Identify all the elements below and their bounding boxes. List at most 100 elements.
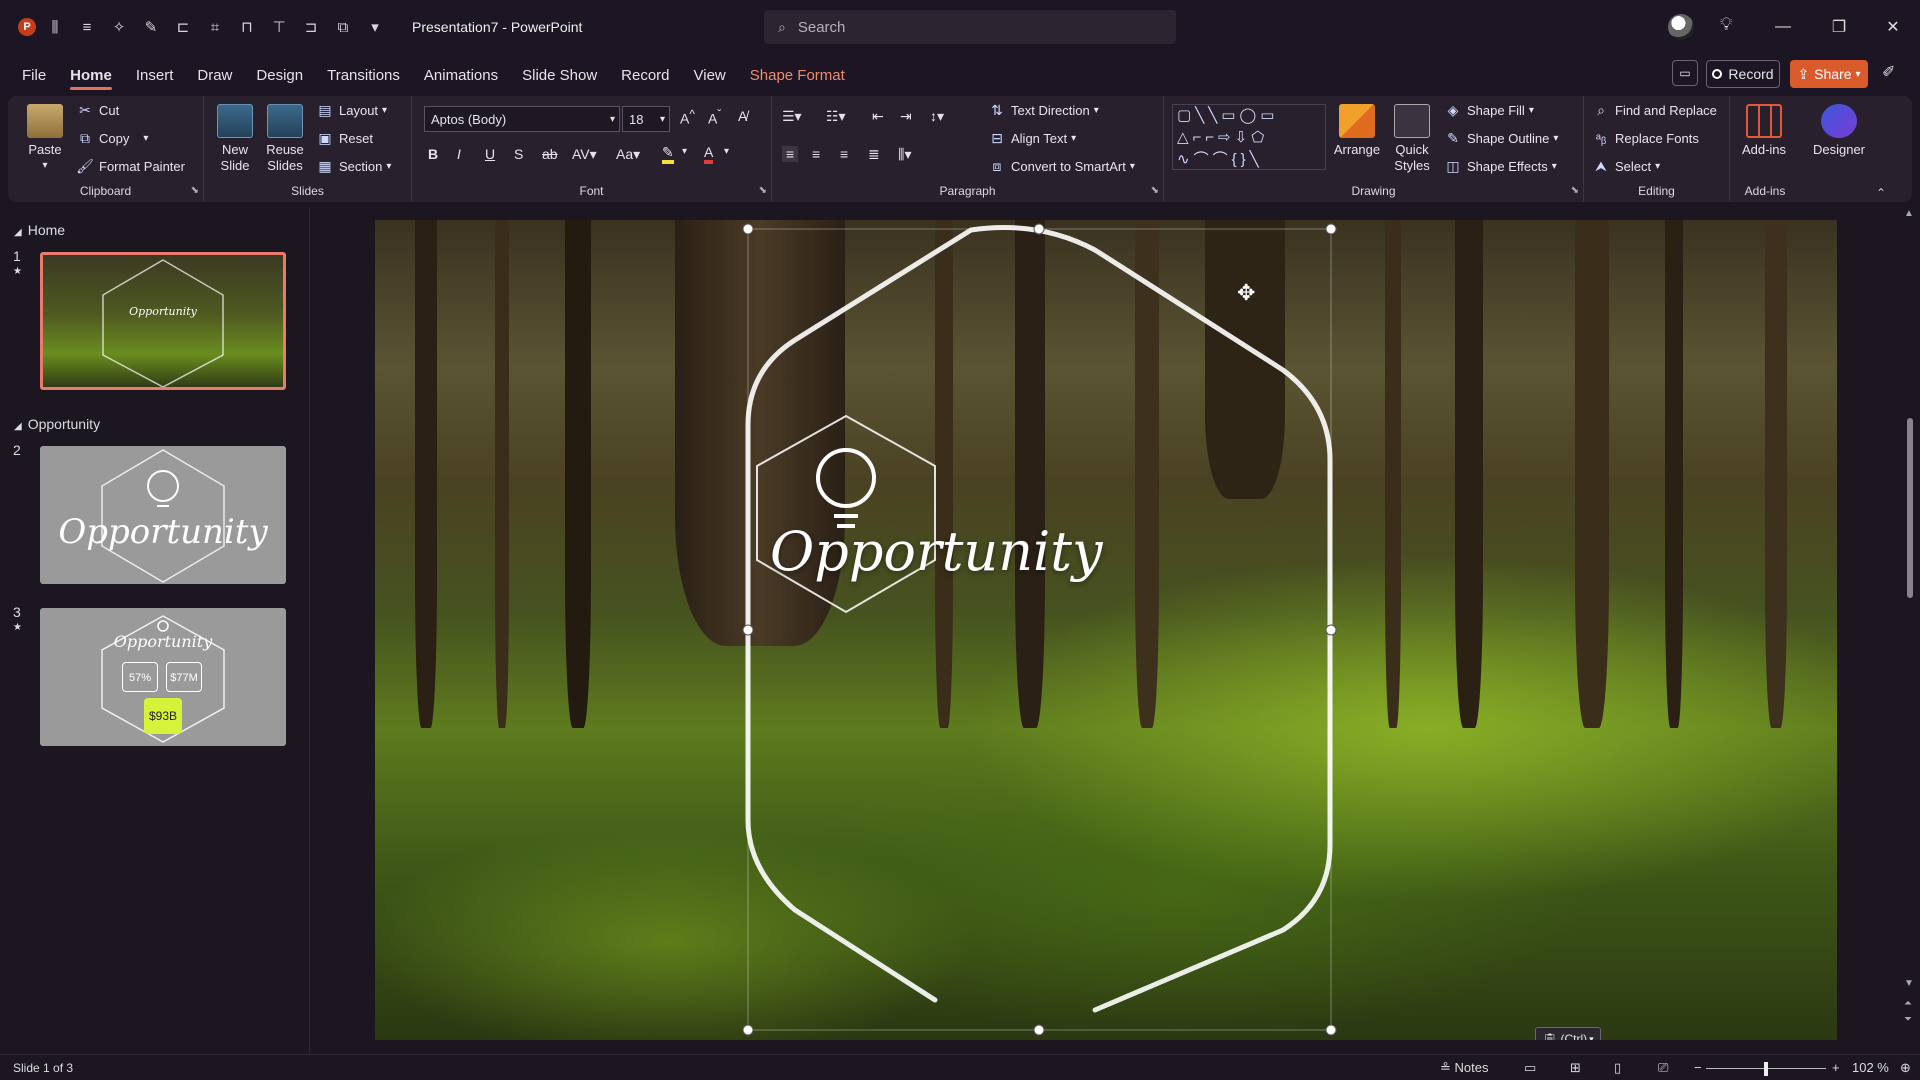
qat-align-right-icon[interactable]: ⊐: [298, 14, 324, 40]
convert-smartart-button[interactable]: ⧈ Convert to SmartArt ▾: [988, 158, 1135, 175]
qat-group-icon[interactable]: ⧉: [330, 14, 356, 40]
qat-crop-icon[interactable]: ⌗: [202, 14, 228, 40]
slide-thumbnail-3[interactable]: Opportunity 57% $77M $93B: [40, 608, 286, 746]
scroll-down-icon[interactable]: ▼: [1904, 978, 1914, 989]
normal-view-icon[interactable]: ▭: [1524, 1060, 1536, 1076]
paste-button[interactable]: Paste ▾: [22, 104, 68, 174]
strikethrough-icon[interactable]: ab: [542, 146, 558, 162]
chevron-down-icon[interactable]: ▾: [724, 146, 729, 157]
qat-align-left-icon[interactable]: ⊏: [170, 14, 196, 40]
zoom-in-icon[interactable]: +: [1832, 1060, 1840, 1075]
layout-button[interactable]: ▤ Layout ▾: [316, 102, 387, 119]
selected-hexagon-shape[interactable]: [375, 220, 1837, 1040]
qat-align-icon[interactable]: ⫼: [42, 14, 68, 40]
tab-home[interactable]: Home: [70, 59, 112, 92]
scroll-up-icon[interactable]: ▲: [1904, 208, 1914, 219]
previous-slide-icon[interactable]: ⏶: [1904, 998, 1912, 1009]
dialog-launcher-icon[interactable]: ⬊: [1151, 185, 1159, 196]
minimize-icon[interactable]: —: [1768, 12, 1798, 42]
columns-icon[interactable]: ⫼▾: [898, 146, 911, 163]
dialog-launcher-icon[interactable]: ⬊: [759, 185, 767, 196]
font-color-icon[interactable]: A: [704, 144, 714, 164]
align-center-icon[interactable]: ≡: [812, 146, 820, 162]
character-spacing-icon[interactable]: AV▾: [572, 146, 597, 163]
notes-button[interactable]: ≗ Notes: [1440, 1060, 1488, 1076]
slide-title[interactable]: Opportunity: [770, 520, 1102, 583]
tab-shape-format[interactable]: Shape Format: [750, 59, 845, 92]
find-replace-button[interactable]: ⌕ Find and Replace: [1592, 102, 1717, 119]
slide-thumbnail-1[interactable]: Opportunity: [40, 252, 286, 390]
zoom-level[interactable]: 102 %: [1852, 1060, 1889, 1075]
share-button[interactable]: ⇪ Share ▾: [1790, 60, 1868, 88]
qat-shape-icon[interactable]: ✧: [106, 14, 132, 40]
copy-button[interactable]: ⧉ Copy ▾: [76, 130, 148, 147]
bold-icon[interactable]: B: [428, 146, 438, 162]
highlight-icon[interactable]: ✎: [662, 144, 674, 164]
tab-file[interactable]: File: [22, 59, 46, 92]
increase-indent-icon[interactable]: ⇥: [900, 108, 912, 125]
shape-fill-button[interactable]: ◈ Shape Fill ▾: [1444, 102, 1534, 119]
cut-button[interactable]: ✂ Cut: [76, 102, 119, 119]
tab-transitions[interactable]: Transitions: [327, 59, 400, 92]
qat-align-top-icon[interactable]: ⊓: [234, 14, 260, 40]
dialog-launcher-icon[interactable]: ⬊: [1571, 185, 1579, 196]
bullets-icon[interactable]: ☰▾: [782, 108, 802, 125]
shadow-icon[interactable]: S: [514, 146, 523, 162]
shapes-gallery[interactable]: ▢╲╲▭◯▭ △⌐⌐⇨⇩⬠ ∿⌒⌒{}╲: [1172, 104, 1326, 170]
font-name-dropdown[interactable]: Aptos (Body) ▾: [424, 106, 620, 132]
vertical-scrollbar[interactable]: ▲ ▼ ⏶ ⏷: [1900, 208, 1920, 1054]
select-button[interactable]: ⮝ Select ▾: [1592, 158, 1660, 175]
replace-fonts-button[interactable]: ᵃᵦ Replace Fonts: [1592, 130, 1699, 146]
justify-icon[interactable]: ≣: [868, 146, 880, 163]
reuse-slides-button[interactable]: Reuse Slides: [262, 104, 308, 174]
tab-animations[interactable]: Animations: [424, 59, 498, 92]
format-painter-button[interactable]: 🖌︎ Format Painter: [76, 158, 185, 175]
scrollbar-thumb[interactable]: [1907, 418, 1913, 598]
numbering-icon[interactable]: ☷▾: [826, 108, 846, 125]
qat-customize-icon[interactable]: ▾: [362, 14, 388, 40]
restore-icon[interactable]: ❐: [1824, 12, 1854, 42]
reading-view-icon[interactable]: ▯: [1614, 1060, 1621, 1076]
tab-draw[interactable]: Draw: [197, 59, 232, 92]
qat-pen-icon[interactable]: ✎: [138, 14, 164, 40]
tab-insert[interactable]: Insert: [136, 59, 174, 92]
clear-formatting-icon[interactable]: A̸: [738, 108, 747, 124]
slide-canvas[interactable]: Opportunity ✥ 📋︎ (Ctrl) ▾: [375, 220, 1837, 1040]
line-spacing-icon[interactable]: ↕▾: [930, 108, 944, 125]
dialog-launcher-icon[interactable]: ⬊: [191, 185, 199, 196]
tab-design[interactable]: Design: [256, 59, 303, 92]
tab-slide-show[interactable]: Slide Show: [522, 59, 597, 92]
increase-font-icon[interactable]: A^: [680, 108, 695, 127]
change-case-icon[interactable]: Aa▾: [616, 146, 640, 163]
slide-thumbnail-2[interactable]: Opportunity: [40, 446, 286, 584]
chevron-down-icon[interactable]: ▾: [682, 146, 687, 157]
fit-slide-icon[interactable]: ⊕: [1900, 1060, 1911, 1076]
decrease-font-icon[interactable]: Aˇ: [708, 108, 721, 127]
section-opportunity[interactable]: ◢ Opportunity: [14, 416, 100, 432]
qat-distribute-icon[interactable]: ≡: [74, 14, 100, 40]
next-slide-icon[interactable]: ⏷: [1904, 1014, 1912, 1025]
paste-options-button[interactable]: 📋︎ (Ctrl) ▾: [1535, 1027, 1601, 1040]
designer-button[interactable]: Designer: [1804, 104, 1874, 158]
slideshow-icon[interactable]: ⎚: [1658, 1060, 1668, 1076]
align-right-icon[interactable]: ≡: [840, 146, 848, 162]
zoom-slider-thumb[interactable]: [1764, 1062, 1768, 1076]
arrange-button[interactable]: Arrange: [1332, 104, 1382, 158]
shape-effects-button[interactable]: ◫ Shape Effects ▾: [1444, 158, 1556, 175]
section-button[interactable]: ▦ Section ▾: [316, 158, 391, 175]
font-size-dropdown[interactable]: 18 ▾: [622, 106, 670, 132]
zoom-out-icon[interactable]: −: [1694, 1060, 1702, 1075]
search-input[interactable]: ⌕ Search: [764, 10, 1176, 44]
addins-button[interactable]: Add-ins: [1734, 104, 1794, 158]
avatar[interactable]: [1668, 14, 1694, 40]
qat-align-center-icon[interactable]: ⊤: [266, 14, 292, 40]
new-slide-button[interactable]: New Slide: [212, 104, 258, 174]
tab-record[interactable]: Record: [621, 59, 669, 92]
section-home[interactable]: ◢ Home: [14, 222, 65, 238]
align-text-button[interactable]: ⊟ Align Text ▾: [988, 130, 1076, 147]
underline-icon[interactable]: U: [485, 146, 495, 162]
record-button[interactable]: Record: [1706, 60, 1780, 88]
close-icon[interactable]: ✕: [1878, 12, 1908, 42]
quick-styles-button[interactable]: Quick Styles: [1386, 104, 1438, 174]
shape-outline-button[interactable]: ✎ Shape Outline ▾: [1444, 130, 1558, 147]
